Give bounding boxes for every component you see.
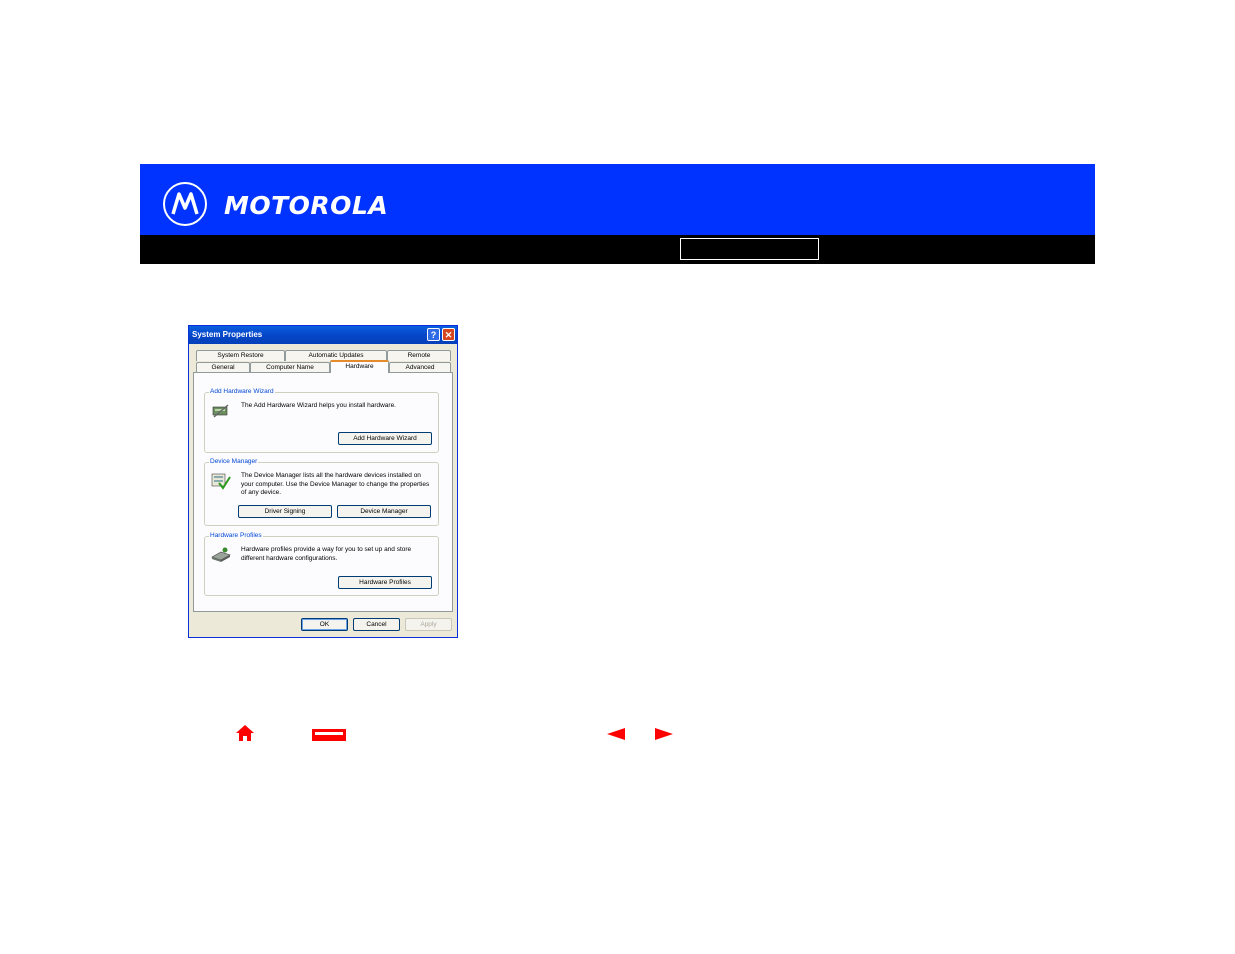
tab-system-restore[interactable]: System Restore: [196, 350, 285, 361]
nav-box[interactable]: [680, 238, 819, 260]
apply-button[interactable]: Apply: [405, 618, 452, 631]
device-manager-group: Device Manager The Device Manager lists …: [204, 458, 439, 526]
home-icon[interactable]: [235, 723, 255, 743]
add-hardware-description: The Add Hardware Wizard helps you instal…: [241, 402, 396, 409]
tab-hardware[interactable]: Hardware: [330, 360, 389, 373]
add-hardware-group: Add Hardware Wizard The Add Hardware Wiz…: [204, 388, 439, 453]
title-bar: System Properties ? ✕: [189, 326, 457, 344]
hardware-profiles-label: Hardware Profiles: [209, 532, 263, 539]
tab-remote[interactable]: Remote: [387, 350, 451, 361]
ok-button[interactable]: OK: [301, 618, 348, 631]
next-arrow-icon[interactable]: [655, 728, 673, 740]
hardware-profiles-icon: [211, 547, 231, 562]
hardware-tab-panel: Add Hardware Wizard The Add Hardware Wiz…: [193, 372, 453, 612]
hardware-profiles-button[interactable]: Hardware Profiles: [338, 576, 432, 589]
device-manager-icon: [211, 473, 231, 490]
add-hardware-label: Add Hardware Wizard: [209, 388, 275, 395]
header-banner: MOTOROLA: [140, 164, 1095, 235]
previous-arrow-icon[interactable]: [607, 728, 625, 740]
motorola-logo-icon: [163, 182, 207, 226]
close-button[interactable]: ✕: [442, 328, 455, 341]
dialog-title: System Properties: [192, 330, 263, 339]
hardware-profiles-group: Hardware Profiles Hardware profiles prov…: [204, 532, 439, 596]
cancel-button[interactable]: Cancel: [353, 618, 400, 631]
device-manager-button[interactable]: Device Manager: [337, 505, 431, 518]
header-nav-bar: [140, 235, 1095, 264]
print-icon[interactable]: [311, 725, 347, 743]
logo-text: MOTOROLA: [224, 191, 389, 220]
add-hardware-icon: [212, 404, 229, 418]
driver-signing-button[interactable]: Driver Signing: [238, 505, 332, 518]
help-button[interactable]: ?: [427, 328, 440, 341]
device-manager-label: Device Manager: [209, 458, 259, 465]
hardware-profiles-description: Hardware profiles provide a way for you …: [241, 546, 412, 562]
add-hardware-wizard-button[interactable]: Add Hardware Wizard: [338, 432, 432, 445]
system-properties-dialog: System Properties ? ✕ System Restore Aut…: [188, 325, 458, 638]
device-manager-description: The Device Manager lists all the hardwar…: [241, 472, 430, 496]
